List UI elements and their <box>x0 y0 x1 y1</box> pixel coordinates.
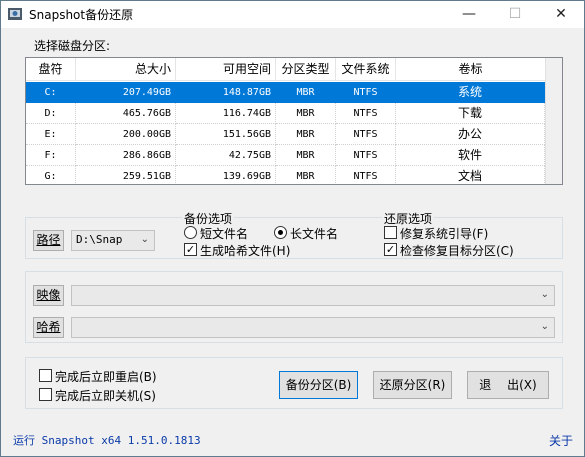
long-name-radio[interactable] <box>274 226 287 239</box>
cell-drive: E: <box>26 124 76 145</box>
hash-combo[interactable]: ⌄ <box>71 317 555 338</box>
cell-fs: NTFS <box>353 87 378 98</box>
partition-label: 选择磁盘分区: <box>34 39 111 53</box>
cell-drive: G: <box>26 166 76 184</box>
col-label[interactable]: 卷标 <box>396 58 546 81</box>
restart-checkbox[interactable] <box>39 369 52 382</box>
cell-fs: NTFS <box>336 145 396 166</box>
shutdown-checkbox[interactable] <box>39 388 52 401</box>
image-button-label: 映像 <box>36 288 61 302</box>
chevron-down-icon: ⌄ <box>540 289 549 300</box>
hash-button[interactable]: 哈希 <box>33 317 64 338</box>
cell-type: MBR <box>276 103 336 124</box>
col-free[interactable]: 可用空间 <box>176 58 276 81</box>
close-button[interactable]: ✕ <box>538 1 584 28</box>
check-fix-checkbox[interactable]: ✓ <box>384 243 397 256</box>
title-bar: Snapshot备份还原 — ☐ ✕ <box>1 1 584 28</box>
minimize-button[interactable]: — <box>446 1 492 28</box>
gen-hash-label: 生成哈希文件(H) <box>200 244 291 258</box>
cell-label: 软件 <box>396 145 545 166</box>
cell-total: 465.76GB <box>76 103 176 124</box>
cell-total: 207.49GB <box>122 87 171 98</box>
list-header: 盘符 总大小 可用空间 分区类型 文件系统 卷标 <box>26 58 562 81</box>
cell-drive: D: <box>26 103 76 124</box>
table-row[interactable]: E: 200.00GB 151.56GB MBR NTFS 办公 <box>26 124 545 145</box>
about-link[interactable]: 关于 <box>549 432 573 449</box>
table-row[interactable]: F: 286.86GB 42.75GB MBR NTFS 软件 <box>26 145 545 166</box>
window-title: Snapshot备份还原 <box>29 8 134 22</box>
col-total[interactable]: 总大小 <box>76 58 176 81</box>
cell-label: 下载 <box>396 103 545 124</box>
radio-dot <box>278 230 283 235</box>
chevron-down-icon: ⌄ <box>540 321 549 332</box>
cell-total: 200.00GB <box>76 124 176 145</box>
fix-boot-label: 修复系统引导(F) <box>400 227 489 241</box>
cell-type: MBR <box>276 124 336 145</box>
backup-button[interactable]: 备份分区(B) <box>279 371 358 399</box>
check-fix-label: 检查修复目标分区(C) <box>400 244 514 258</box>
app-icon <box>8 8 22 20</box>
partition-list[interactable]: 盘符 总大小 可用空间 分区类型 文件系统 卷标 C: 207.49GB 148… <box>25 57 563 185</box>
exit-button[interactable]: 退 出(X) <box>467 371 549 399</box>
cell-fs: NTFS <box>336 166 396 184</box>
restart-label: 完成后立即重启(B) <box>55 370 157 384</box>
cell-free: 116.74GB <box>176 103 276 124</box>
cell-free: 148.87GB <box>222 87 271 98</box>
cell-drive: F: <box>26 145 76 166</box>
table-row[interactable]: C: 207.49GB 148.87GB MBR NTFS 系统 <box>26 82 545 103</box>
cell-fs: NTFS <box>336 124 396 145</box>
cell-fs: NTFS <box>336 103 396 124</box>
cell-type: MBR <box>276 145 336 166</box>
path-button-label: 路径 <box>36 233 61 247</box>
table-row[interactable]: G: 259.51GB 139.69GB MBR NTFS 文档 <box>26 166 545 184</box>
cell-drive: C: <box>44 87 57 98</box>
col-fs[interactable]: 文件系统 <box>336 58 396 81</box>
cell-free: 139.69GB <box>176 166 276 184</box>
cell-label: 文档 <box>396 166 545 184</box>
app-window: Snapshot备份还原 — ☐ ✕ 选择磁盘分区: 盘符 总大小 可用空间 分… <box>0 0 585 457</box>
cell-type: MBR <box>296 87 315 98</box>
path-combo[interactable]: D:\Snap ⌄ <box>71 230 155 251</box>
maximize-button[interactable]: ☐ <box>492 1 538 28</box>
status-text: 运行 Snapshot x64 1.51.0.1813 <box>13 434 201 447</box>
col-type[interactable]: 分区类型 <box>276 58 336 81</box>
list-scrollbar[interactable] <box>545 58 562 184</box>
fix-boot-checkbox[interactable] <box>384 226 397 239</box>
shutdown-label: 完成后立即关机(S) <box>55 389 156 403</box>
restore-button[interactable]: 还原分区(R) <box>373 371 452 399</box>
cell-free: 42.75GB <box>176 145 276 166</box>
cell-label: 办公 <box>396 124 545 145</box>
cell-free: 151.56GB <box>176 124 276 145</box>
cell-total: 286.86GB <box>76 145 176 166</box>
cell-type: MBR <box>276 166 336 184</box>
image-button[interactable]: 映像 <box>33 285 64 306</box>
hash-button-label: 哈希 <box>36 320 61 334</box>
cell-label: 系统 <box>457 85 482 99</box>
gen-hash-checkbox[interactable]: ✓ <box>184 243 197 256</box>
short-name-label: 短文件名 <box>200 227 249 241</box>
long-name-label: 长文件名 <box>290 227 339 241</box>
path-button[interactable]: 路径 <box>33 230 64 251</box>
col-drive[interactable]: 盘符 <box>26 58 76 81</box>
cell-total: 259.51GB <box>76 166 176 184</box>
chevron-down-icon: ⌄ <box>140 234 149 245</box>
image-combo[interactable]: ⌄ <box>71 285 555 306</box>
short-name-radio[interactable] <box>184 226 197 239</box>
table-row[interactable]: D: 465.76GB 116.74GB MBR NTFS 下载 <box>26 103 545 124</box>
path-value: D:\Snap <box>76 233 123 246</box>
